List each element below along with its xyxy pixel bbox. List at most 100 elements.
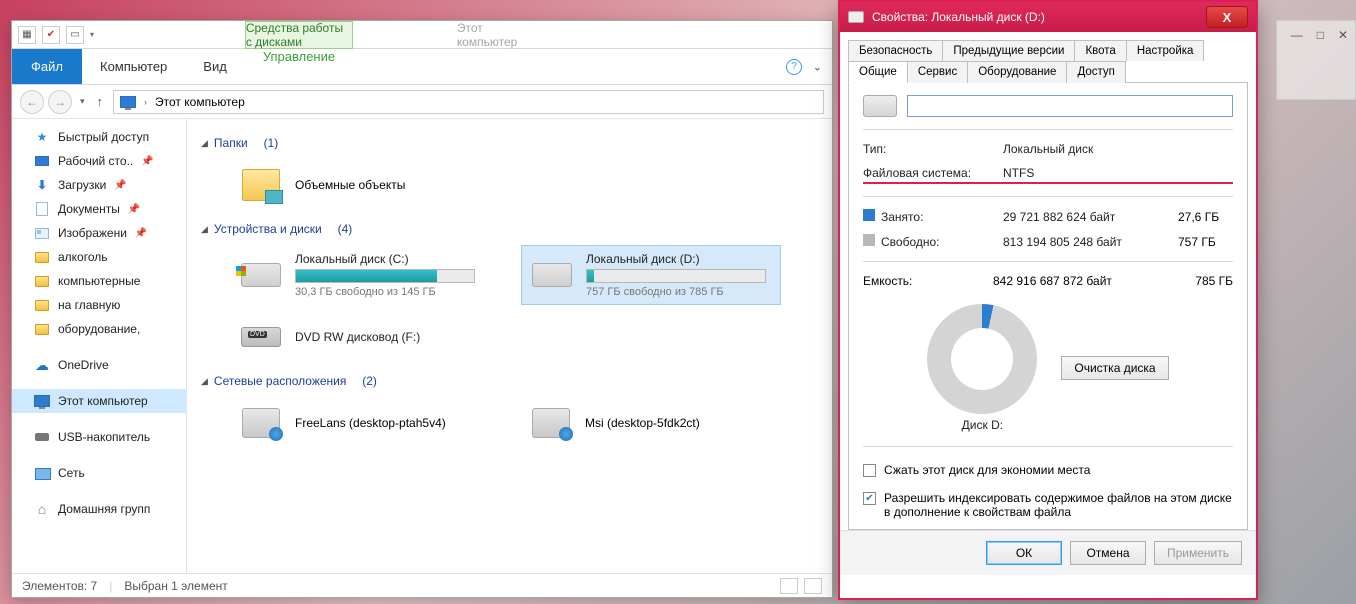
compress-checkbox[interactable] xyxy=(863,464,876,477)
sidebar-pictures[interactable]: Изображени📌 xyxy=(12,221,186,245)
sidebar-folder-home[interactable]: на главную xyxy=(12,293,186,317)
nav-history-chevron-icon[interactable]: ▾ xyxy=(78,96,87,107)
hdd-icon xyxy=(532,263,572,287)
filesystem-label: Файловая система: xyxy=(863,166,993,180)
sidebar-folder-computer[interactable]: компьютерные xyxy=(12,269,186,293)
qat-chevron-icon[interactable]: ▾ xyxy=(90,30,94,39)
tab-file[interactable]: Файл xyxy=(12,49,82,84)
ribbon-tabs: Файл Компьютер Вид Средства работы с дис… xyxy=(12,49,832,85)
tab-manage[interactable]: Управление xyxy=(245,49,353,64)
onedrive-icon: ☁ xyxy=(34,358,50,372)
apply-button[interactable]: Применить xyxy=(1154,541,1242,565)
ok-button[interactable]: ОК xyxy=(986,541,1062,565)
compress-label: Сжать этот диск для экономии места xyxy=(884,463,1090,477)
sidebar-homegroup[interactable]: ⌂Домашняя групп xyxy=(12,497,186,521)
network-pc-icon xyxy=(242,408,280,438)
type-value: Локальный диск xyxy=(1003,142,1093,156)
drive-c[interactable]: Локальный диск (C:) 30,3 ГБ свободно из … xyxy=(231,245,491,305)
usage-donut-chart xyxy=(927,304,1037,414)
tab-general[interactable]: Общие xyxy=(848,61,908,83)
dialog-buttons: ОК Отмена Применить xyxy=(840,530,1256,575)
3d-objects-icon xyxy=(242,169,280,201)
status-selected: Выбран 1 элемент xyxy=(124,579,227,593)
index-label: Разрешить индексировать содержимое файло… xyxy=(884,491,1233,519)
contextual-group-label: Средства работы с дисками xyxy=(245,21,353,49)
breadcrumb-label[interactable]: Этот компьютер xyxy=(155,95,245,109)
status-elements: Элементов: 7 xyxy=(22,579,97,593)
disk-cleanup-button[interactable]: Очистка диска xyxy=(1061,356,1168,380)
tab-previous-versions[interactable]: Предыдущие версии xyxy=(942,40,1075,61)
cancel-button[interactable]: Отмена xyxy=(1070,541,1146,565)
sidebar-folder-equipment[interactable]: оборудование, xyxy=(12,317,186,341)
sidebar-network[interactable]: Сеть xyxy=(12,461,186,485)
section-network[interactable]: ◢Сетевые расположения (2) xyxy=(201,373,818,389)
ribbon-expand-icon[interactable]: ⌄ xyxy=(813,60,822,73)
sidebar-folder-alcohol[interactable]: алкоголь xyxy=(12,245,186,269)
volume-label-input[interactable] xyxy=(907,95,1233,117)
close-button[interactable]: X xyxy=(1206,6,1248,28)
hdd-icon xyxy=(241,263,281,287)
properties-dialog: Свойства: Локальный диск (D:) X Безопасн… xyxy=(838,0,1258,600)
sidebar-quick-access[interactable]: ★Быстрый доступ xyxy=(12,125,186,149)
content-pane: ◢Папки (1) Объемные объекты ◢Устройства … xyxy=(187,119,832,573)
tab-security[interactable]: Безопасность xyxy=(848,40,943,61)
sidebar-onedrive[interactable]: ☁OneDrive xyxy=(12,353,186,377)
folder-icon[interactable]: ▦ xyxy=(18,26,36,44)
capacity-bytes: 842 916 687 872 байт xyxy=(993,274,1195,288)
help-icon[interactable]: ? xyxy=(786,59,802,75)
tab-quota[interactable]: Квота xyxy=(1074,40,1126,61)
used-color-icon xyxy=(863,209,875,221)
nav-forward-icon[interactable]: → xyxy=(48,90,72,114)
network-pc-icon xyxy=(532,408,570,438)
view-details-icon[interactable] xyxy=(780,578,798,594)
tab-sharing[interactable]: Доступ xyxy=(1066,61,1125,83)
dvd-icon xyxy=(241,327,281,347)
capacity-label: Емкость: xyxy=(863,274,993,288)
tab-tools[interactable]: Сервис xyxy=(907,61,968,83)
breadcrumb-chev-icon[interactable]: › xyxy=(144,97,147,107)
properties-icon[interactable]: ✔ xyxy=(42,26,60,44)
nav-back-icon[interactable]: ← xyxy=(20,90,44,114)
network-icon xyxy=(35,468,49,478)
this-pc-icon xyxy=(120,96,136,108)
properties-titlebar[interactable]: Свойства: Локальный диск (D:) X xyxy=(840,2,1256,32)
background-window-controls: ―□✕ xyxy=(1291,28,1348,42)
tab-customize[interactable]: Настройка xyxy=(1126,40,1205,61)
network-location-b[interactable]: Msi (desktop-5fdk2ct) xyxy=(521,397,781,449)
network-location-a[interactable]: FreeLans (desktop-ptah5v4) xyxy=(231,397,491,449)
type-label: Тип: xyxy=(863,142,993,156)
view-tiles-icon[interactable] xyxy=(804,578,822,594)
capacity-gb: 785 ГБ xyxy=(1195,274,1233,288)
explorer-titlebar[interactable]: ▦ ✔ ▭ ▾ xyxy=(12,21,832,49)
document-icon xyxy=(36,202,48,216)
drive-dvd[interactable]: DVD RW дисковод (F:) xyxy=(231,311,491,363)
disk-caption: Диск D: xyxy=(927,418,1037,432)
sidebar-desktop[interactable]: Рабочий сто..📌 xyxy=(12,149,186,173)
pin-icon: 📌 xyxy=(135,228,147,239)
nav-up-icon[interactable]: ↑ xyxy=(93,94,108,109)
tab-hardware[interactable]: Оборудование xyxy=(967,61,1067,83)
new-folder-icon[interactable]: ▭ xyxy=(66,26,84,44)
pictures-icon xyxy=(35,228,49,239)
folder-icon xyxy=(35,324,49,335)
drive-d[interactable]: Локальный диск (D:) 757 ГБ свободно из 7… xyxy=(521,245,781,305)
navigation-bar: ← → ▾ ↑ › Этот компьютер xyxy=(12,85,832,119)
address-bar[interactable]: › Этот компьютер xyxy=(113,90,824,114)
section-folders[interactable]: ◢Папки (1) xyxy=(201,135,818,151)
hdd-icon xyxy=(863,95,897,117)
index-checkbox[interactable]: ✔ xyxy=(863,492,876,505)
homegroup-icon: ⌂ xyxy=(34,502,50,516)
tab-view[interactable]: Вид xyxy=(185,49,245,84)
sidebar-downloads[interactable]: ⬇Загрузки📌 xyxy=(12,173,186,197)
sidebar-this-pc[interactable]: Этот компьютер xyxy=(12,389,186,413)
tab-computer[interactable]: Компьютер xyxy=(82,49,185,84)
quick-access-toolbar: ▦ ✔ ▭ ▾ xyxy=(18,26,94,44)
section-devices[interactable]: ◢Устройства и диски (4) xyxy=(201,221,818,237)
item-3d-objects[interactable]: Объемные объекты xyxy=(231,159,491,211)
used-gb: 27,6 ГБ xyxy=(1178,210,1233,224)
sidebar-documents[interactable]: Документы📌 xyxy=(12,197,186,221)
capacity-bar xyxy=(586,269,766,283)
capacity-bar xyxy=(295,269,475,283)
hdd-icon xyxy=(848,11,864,23)
sidebar-usb[interactable]: USB-накопитель xyxy=(12,425,186,449)
